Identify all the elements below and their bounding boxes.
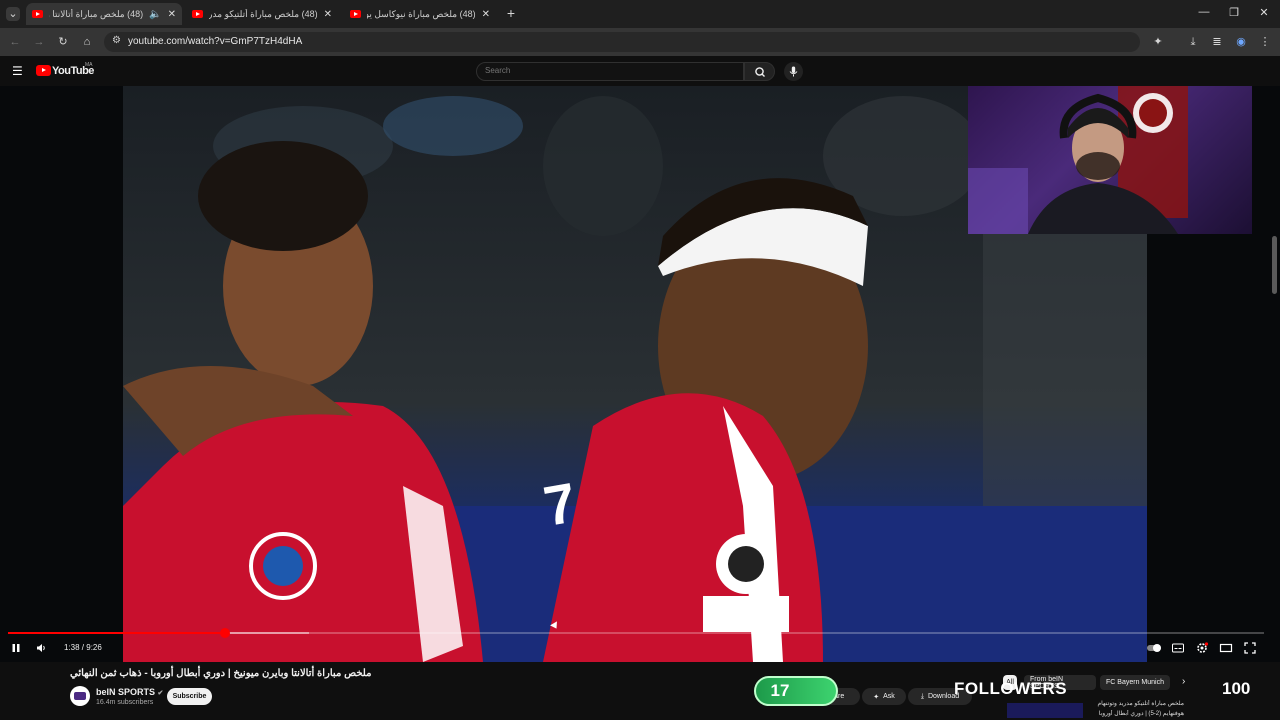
tab-atalanta-bayern[interactable]: (48) ملخص مباراة أتالانتا وباي... 🔈 ✕ <box>26 3 182 25</box>
gear-icon <box>1197 642 1209 653</box>
extensions-icon[interactable]: ✦ <box>1151 35 1165 49</box>
address-bar[interactable]: ⚙ youtube.com/watch?v=GmP7TzH4dHA <box>104 32 1140 52</box>
channel-name-text[interactable]: beIN SPORTS <box>96 687 155 697</box>
region-badge: MA <box>85 62 93 68</box>
sparkle-icon: ✦ <box>873 693 880 701</box>
tab-atletico-madrid[interactable]: (48) ملخص مباراة أتلتيكو مدريد... ✕ <box>186 3 338 25</box>
recommendation-title-2[interactable]: هوفنهايم (2-5) | دوري أبطال أوروبا <box>1088 710 1184 717</box>
webcam-image <box>968 86 1188 234</box>
search-icon <box>755 67 765 77</box>
downloads-icon[interactable]: ⤓ <box>1186 35 1200 49</box>
download-icon: ⤓ <box>920 692 924 700</box>
pause-button[interactable] <box>9 641 23 655</box>
streamer-webcam <box>968 86 1252 234</box>
volume-icon <box>37 644 45 652</box>
follower-goal: 100 <box>1222 679 1251 698</box>
follower-count: 17 <box>770 681 790 700</box>
tab-search-button[interactable]: ⌄ <box>6 7 20 21</box>
new-tab-plus-icon[interactable]: + <box>504 6 518 20</box>
tab-title: (48) ملخص مباراة أتلتيكو مدريد... <box>209 8 318 19</box>
reload-icon[interactable]: ↻ <box>56 35 70 49</box>
autoplay-toggle[interactable] <box>1146 641 1161 655</box>
tab-title: (48) ملخص مباراة أتالانتا وباي... <box>49 8 144 19</box>
fullscreen-icon <box>1244 642 1256 654</box>
back-arrow-icon[interactable]: ← <box>8 35 22 49</box>
recommendation-title-1[interactable]: ملخص مباراة أتلتيكو مدريد وتوتنهام <box>1088 700 1184 707</box>
autoplay-toggle-icon <box>1147 644 1161 652</box>
youtube-favicon-icon <box>350 10 361 18</box>
tab-newcastle[interactable]: (48) ملخص مباراة نيوكاسل يونايـ... ✕ <box>344 3 496 25</box>
recommendation-thumbnail[interactable] <box>1007 703 1083 718</box>
subtitles-icon <box>1172 643 1184 653</box>
close-window-icon[interactable]: ✕ <box>1256 6 1272 19</box>
forward-arrow-icon[interactable]: → <box>32 35 46 49</box>
search-button[interactable] <box>744 62 775 81</box>
volume-button[interactable] <box>34 641 48 655</box>
ask-button[interactable]: ✦ Ask <box>862 688 906 705</box>
microphone-icon <box>789 66 798 77</box>
settings-button[interactable] <box>1195 641 1209 655</box>
tab-title: (48) ملخص مباراة نيوكاسل يونايـ... <box>367 8 476 19</box>
channel-avatar[interactable] <box>70 686 90 706</box>
close-tab-icon[interactable]: ✕ <box>482 9 490 20</box>
speaker-muted-icon[interactable]: 🔈 <box>149 9 161 20</box>
hamburger-menu-icon[interactable]: ☰ <box>12 65 23 77</box>
followers-label: FOLLOWERS <box>954 679 1068 698</box>
video-progress-bar[interactable] <box>8 628 1264 638</box>
url-text[interactable]: youtube.com/watch?v=GmP7TzH4dHA <box>128 36 302 47</box>
subtitles-button[interactable] <box>1171 641 1185 655</box>
ask-label: Ask <box>883 693 895 700</box>
subscriber-count: 16.4m subscribers <box>96 699 154 706</box>
search-box[interactable] <box>476 62 744 81</box>
theater-mode-icon <box>1219 643 1233 653</box>
page-scrollbar[interactable] <box>1272 236 1277 294</box>
media-control-icon[interactable]: ≣ <box>1210 35 1224 49</box>
browser-tab-bar: ⌄ (48) ملخص مباراة أتالانتا وباي... 🔈 ✕ … <box>0 0 1280 28</box>
close-tab-icon[interactable]: ✕ <box>168 9 176 20</box>
chips-next-chevron-icon[interactable]: › <box>1182 676 1185 687</box>
youtube-favicon-icon <box>32 10 43 18</box>
video-player[interactable]: 7 <box>0 86 1280 662</box>
theater-mode-button[interactable] <box>1219 641 1233 655</box>
fullscreen-button[interactable] <box>1243 641 1257 655</box>
verified-check-icon: ✔ <box>157 690 164 697</box>
subscribe-button[interactable]: Subscribe <box>167 688 212 705</box>
youtube-favicon-icon <box>192 10 203 18</box>
minimize-window-icon[interactable]: — <box>1196 6 1212 18</box>
profile-icon[interactable]: ◉ <box>1234 35 1248 49</box>
close-tab-icon[interactable]: ✕ <box>324 9 332 20</box>
played-progress <box>8 632 226 634</box>
pause-icon <box>12 644 20 652</box>
search-input[interactable] <box>485 66 735 75</box>
follower-count-badge: 17 <box>754 676 838 706</box>
restore-window-icon[interactable]: ❐ <box>1226 6 1242 19</box>
video-title: ملخص مباراة أتالانتا وبايرن ميونيخ | دور… <box>70 668 372 679</box>
chip-fc-bayern-munich[interactable]: FC Bayern Munich <box>1100 675 1170 690</box>
youtube-logo-icon[interactable] <box>36 65 51 76</box>
browser-menu-icon[interactable]: ⋮ <box>1258 35 1272 49</box>
home-icon[interactable]: ⌂ <box>80 35 94 49</box>
channel-name[interactable]: beIN SPORTS ✔ <box>96 687 163 697</box>
time-display: 1:38 / 9:26 <box>64 643 102 652</box>
voice-search-button[interactable] <box>784 62 803 81</box>
site-info-icon[interactable]: ⚙ <box>112 35 121 46</box>
bein-logo-icon <box>74 692 86 700</box>
